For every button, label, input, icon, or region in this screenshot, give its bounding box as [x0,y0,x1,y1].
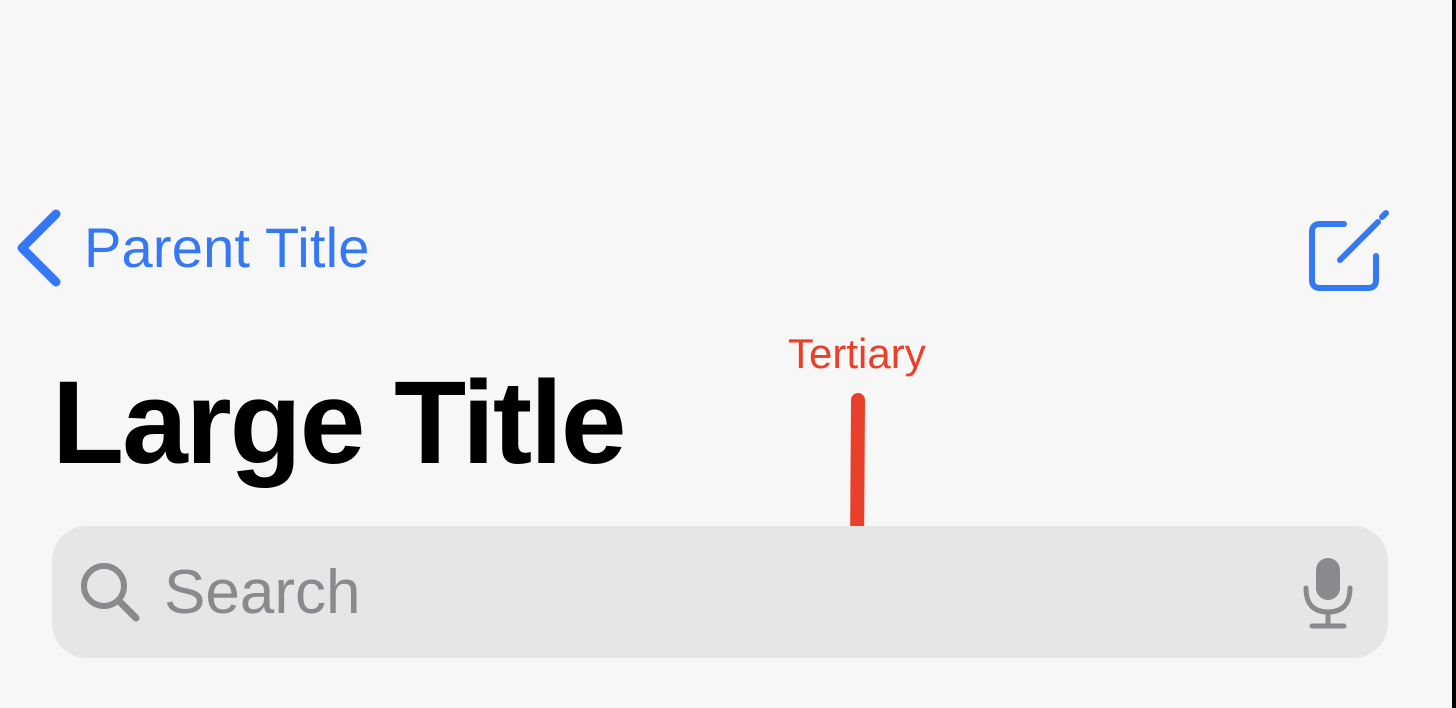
back-button-label: Parent Title [84,216,370,279]
large-title: Large Title [52,357,627,489]
back-button[interactable]: Parent Title [10,206,370,290]
magnifying-glass-icon [81,563,140,622]
annotation-label: Tertiary [788,330,926,377]
compose-button[interactable] [1300,202,1392,294]
search-field[interactable]: Search [52,526,1388,658]
navigation-bar: Parent Title [0,196,1452,300]
microphone-icon[interactable] [1298,556,1358,630]
search-placeholder: Search [164,558,361,627]
compose-icon [1309,210,1389,291]
chevron-left-icon [17,209,61,287]
window-edge [1452,0,1456,708]
